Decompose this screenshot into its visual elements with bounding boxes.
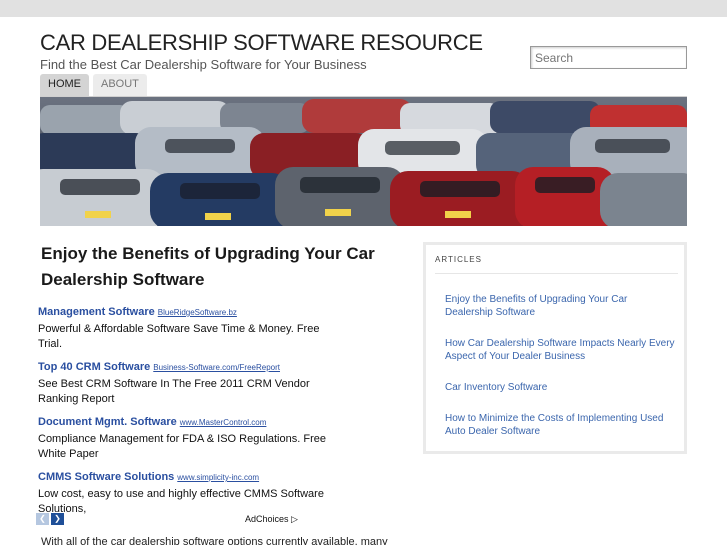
ad-headline[interactable]: CMMS Software Solutions [38, 471, 174, 483]
sidebar-title: ARTICLES [435, 255, 482, 264]
ad-headline-line: Document Mgmt. Software www.MasterControl… [38, 415, 328, 430]
ad-text: Powerful & Affordable Software Save Time… [38, 323, 320, 350]
search-input[interactable] [530, 46, 687, 69]
site-title[interactable]: CAR DEALERSHIP SOFTWARE RESOURCE [40, 30, 483, 56]
sidebar-article-link[interactable]: How Car Dealership Software Impacts Near… [445, 337, 675, 363]
post-title[interactable]: Enjoy the Benefits of Upgrading Your Car… [41, 241, 421, 293]
ad-unit: Document Mgmt. Software www.MasterControl… [38, 415, 328, 462]
ad-pager: ❮ ❯ [36, 513, 64, 525]
ad-headline-line: CMMS Software Solutions www.simplicity-in… [38, 470, 328, 485]
ad-url[interactable]: BlueRidgeSoftware.bz [158, 308, 237, 317]
ad-unit: CMMS Software Solutions www.simplicity-in… [38, 470, 328, 517]
header-banner-image [40, 97, 687, 226]
ad-text: Low cost, easy to use and highly effecti… [38, 488, 324, 515]
ad-headline[interactable]: Document Mgmt. Software [38, 416, 177, 428]
ad-url[interactable]: www.simplicity-inc.com [177, 473, 259, 482]
nav-tab-home[interactable]: HOME [40, 74, 89, 96]
ad-unit: Management Software BlueRidgeSoftware.bz … [38, 305, 328, 352]
site-description: Find the Best Car Dealership Software fo… [40, 57, 367, 72]
main-nav: HOME ABOUT [40, 74, 147, 96]
ad-headline-line: Top 40 CRM Software Business-Software.com… [38, 360, 328, 375]
sidebar-divider [435, 273, 678, 274]
parking-lot-image [40, 97, 687, 226]
ad-unit: Top 40 CRM Software Business-Software.com… [38, 360, 328, 407]
ad-url[interactable]: www.MasterControl.com [180, 418, 267, 427]
ad-prev-button[interactable]: ❮ [36, 513, 49, 525]
ad-url[interactable]: Business-Software.com/FreeReport [153, 363, 280, 372]
sidebar-article-list: Enjoy the Benefits of Upgrading Your Car… [445, 293, 675, 456]
sidebar-article-link[interactable]: How to Minimize the Costs of Implementin… [445, 412, 675, 438]
browser-top-bar [0, 0, 727, 17]
sidebar-article-link[interactable]: Car Inventory Software [445, 381, 675, 394]
sidebar-articles-widget: ARTICLES Enjoy the Benefits of Upgrading… [423, 242, 687, 454]
ad-headline[interactable]: Management Software [38, 306, 155, 318]
adchoices-link[interactable]: AdChoices ▷ [245, 514, 298, 525]
ad-headline[interactable]: Top 40 CRM Software [38, 361, 150, 373]
ad-next-button[interactable]: ❯ [51, 513, 64, 525]
nav-tab-about[interactable]: ABOUT [93, 74, 147, 96]
ad-block: Management Software BlueRidgeSoftware.bz … [38, 305, 328, 525]
ad-headline-line: Management Software BlueRidgeSoftware.bz [38, 305, 328, 320]
ad-text: Compliance Management for FDA & ISO Regu… [38, 433, 326, 460]
ad-text: See Best CRM Software In The Free 2011 C… [38, 378, 310, 405]
post-intro-text: With all of the car dealership software … [41, 536, 388, 545]
sidebar-article-link[interactable]: Enjoy the Benefits of Upgrading Your Car… [445, 293, 675, 319]
